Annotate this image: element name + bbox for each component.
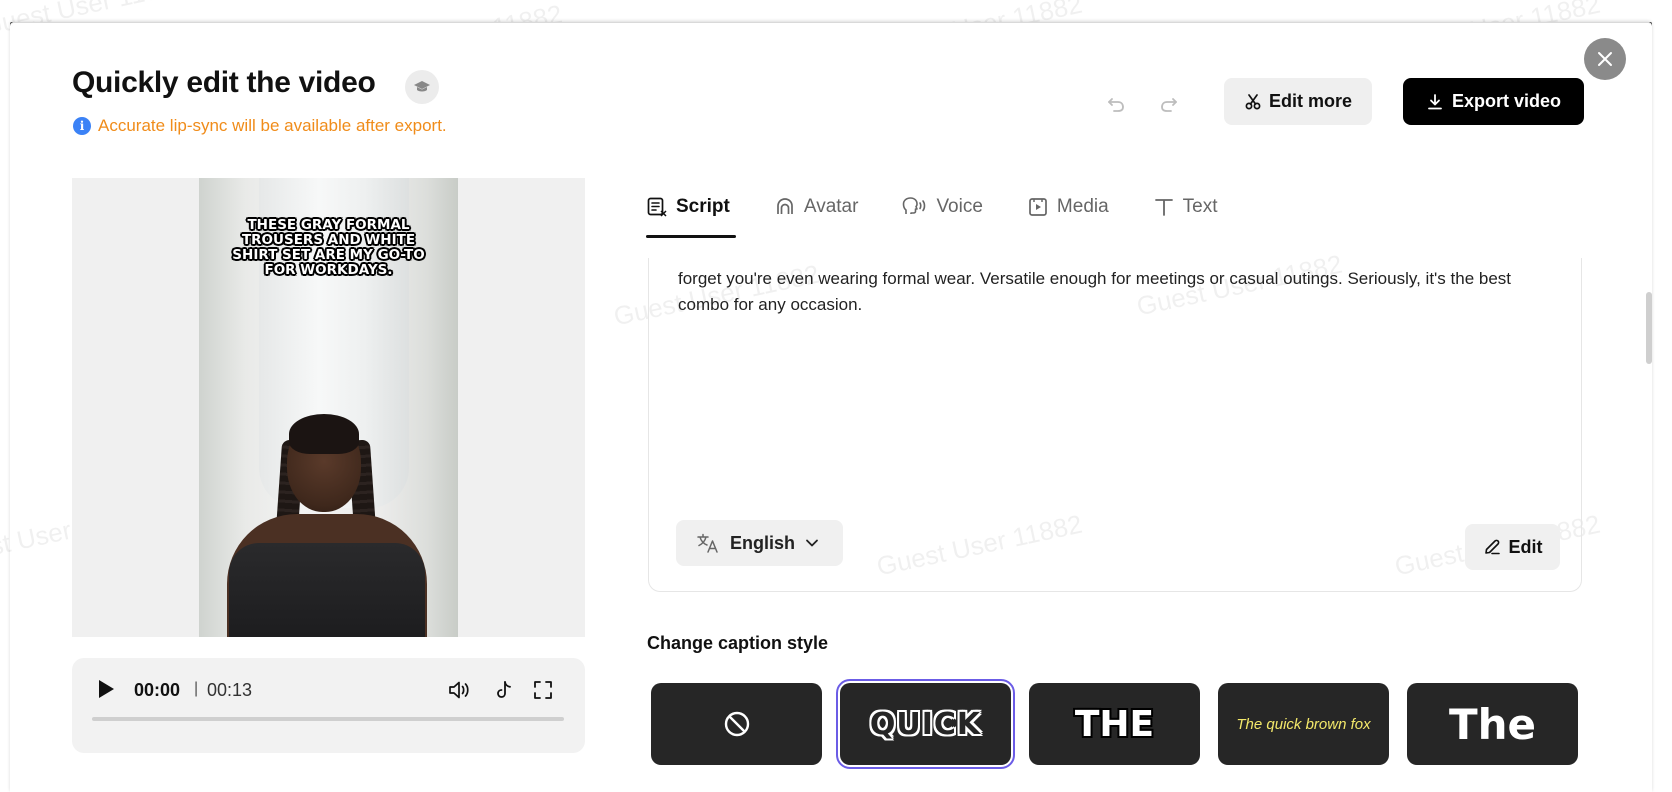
- voice-icon: [903, 197, 926, 214]
- tab-text-label: Text: [1182, 196, 1218, 217]
- graduation-cap-icon: [414, 81, 430, 92]
- export-video-button[interactable]: Export video: [1403, 78, 1584, 125]
- current-time: 00:00: [134, 680, 181, 700]
- tab-voice-label: Voice: [936, 196, 983, 217]
- close-button[interactable]: [1584, 38, 1626, 80]
- caption-style-list: QUICK THE The quick brown fox The: [651, 679, 1578, 769]
- tab-script[interactable]: Script: [646, 188, 736, 238]
- play-icon: [99, 680, 114, 698]
- tab-avatar-label: Avatar: [803, 196, 859, 217]
- no-caption-icon: [724, 711, 749, 737]
- script-text[interactable]: forget you're even wearing formal wear. …: [678, 266, 1558, 318]
- language-label: English: [730, 532, 796, 553]
- edit-script-button[interactable]: Edit: [1465, 524, 1560, 570]
- playback-progress-bar[interactable]: [92, 717, 564, 721]
- info-icon: i: [73, 117, 91, 135]
- video-caption-overlay: THESE GRAY FORMAL TROUSERS AND WHITE SHI…: [232, 217, 425, 278]
- editor-tabs: Script Avatar Voice Media Text: [646, 188, 1262, 238]
- edit-label: Edit: [1508, 536, 1543, 557]
- caption-style-quick[interactable]: QUICK: [836, 679, 1015, 769]
- caption-style-none[interactable]: [651, 683, 822, 765]
- volume-icon: [449, 681, 469, 699]
- pencil-icon: [1484, 539, 1500, 555]
- video-frame: THESE GRAY FORMAL TROUSERS AND WHITE SHI…: [199, 178, 458, 637]
- caption-style-heading: Change caption style: [647, 633, 829, 653]
- tiktok-icon: [497, 681, 511, 698]
- video-preview[interactable]: THESE GRAY FORMAL TROUSERS AND WHITE SHI…: [72, 178, 585, 637]
- undo-button[interactable]: [1102, 90, 1130, 118]
- avatar-hair: [289, 414, 359, 454]
- caption-style-italic-yellow[interactable]: The quick brown fox: [1218, 683, 1389, 765]
- tab-media-label: Media: [1056, 196, 1109, 217]
- caption-style-the-bold-sample: THE: [1074, 703, 1155, 745]
- language-selector[interactable]: English: [676, 520, 843, 566]
- caption-style-the-bold[interactable]: THE: [1029, 683, 1200, 765]
- edit-more-button[interactable]: Edit more: [1224, 78, 1372, 125]
- translate-icon: [697, 533, 718, 553]
- avatar-icon: [777, 198, 793, 214]
- tutorial-button[interactable]: [405, 70, 439, 104]
- tab-script-label: Script: [676, 196, 730, 217]
- scissors-icon: [1245, 93, 1261, 109]
- close-icon: [1598, 52, 1612, 66]
- fullscreen-button[interactable]: [529, 676, 557, 704]
- fullscreen-icon: [534, 681, 552, 699]
- lip-sync-notice: i Accurate lip-sync will be available af…: [73, 116, 447, 136]
- page-title: Quickly edit the video: [72, 66, 376, 99]
- time-separator: |: [194, 680, 199, 697]
- tiktok-button[interactable]: [490, 676, 518, 704]
- player-controls: 00:00 | 00:13: [72, 658, 585, 753]
- caption-style-italic-yellow-sample: The quick brown fox: [1236, 715, 1371, 733]
- download-icon: [1428, 93, 1442, 109]
- redo-icon: [1161, 98, 1177, 112]
- tab-media[interactable]: Media: [1027, 188, 1109, 226]
- undo-icon: [1108, 98, 1124, 112]
- caption-style-quick-sample: QUICK: [869, 706, 982, 742]
- total-time: 00:13: [207, 680, 253, 700]
- avatar-dress: [229, 543, 425, 637]
- notice-text: Accurate lip-sync will be available afte…: [98, 116, 447, 135]
- media-icon: [1029, 198, 1047, 216]
- export-video-label: Export video: [1451, 91, 1562, 111]
- page-scrollbar[interactable]: [1646, 292, 1652, 364]
- tab-avatar[interactable]: Avatar: [774, 188, 859, 226]
- edit-more-label: Edit more: [1268, 91, 1352, 111]
- caption-style-the-large[interactable]: The: [1407, 683, 1578, 765]
- play-button[interactable]: [96, 678, 118, 702]
- script-icon: [647, 197, 667, 217]
- redo-button[interactable]: [1155, 90, 1183, 118]
- tab-text[interactable]: Text: [1153, 188, 1218, 226]
- caption-style-the-large-sample: The: [1448, 699, 1537, 749]
- volume-button[interactable]: [445, 676, 473, 704]
- chevron-down-icon: [806, 539, 818, 547]
- text-icon: [1154, 199, 1173, 216]
- tab-voice[interactable]: Voice: [902, 188, 983, 226]
